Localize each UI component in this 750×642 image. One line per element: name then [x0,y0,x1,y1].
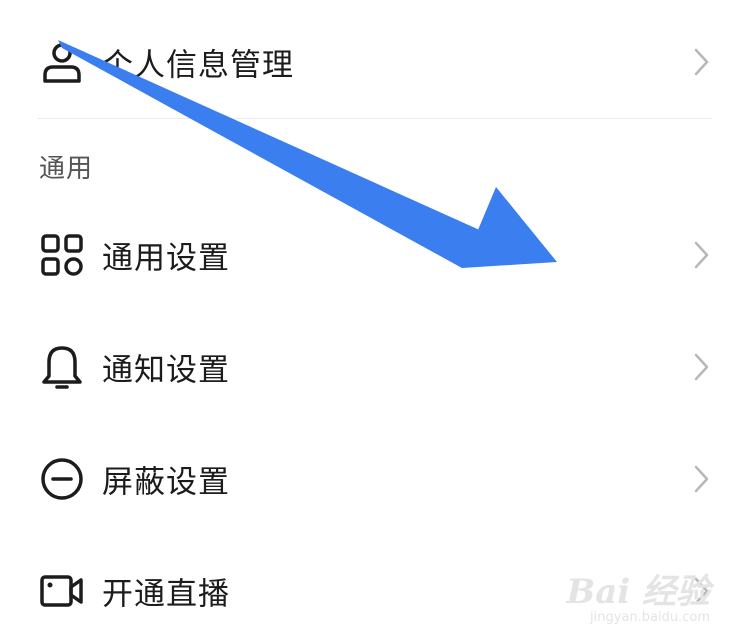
list-item-label: 通用设置 [102,240,230,277]
chevron-right-icon [694,241,709,269]
list-item-label: 屏蔽设置 [102,464,230,501]
video-camera-icon [40,575,83,607]
divider [38,118,712,119]
section-title: 通用 [39,154,94,184]
list-item-notification-settings[interactable]: 通知设置 [0,317,750,417]
list-item-label: 通知设置 [102,352,230,389]
chevron-right-icon [694,465,709,493]
chevron-right-icon [694,48,709,76]
user-icon [43,43,81,83]
list-item-label: 开通直播 [102,576,230,613]
bell-icon [42,346,82,389]
list-item-block-settings[interactable]: 屏蔽设置 [0,429,750,529]
watermark-url: jingyan.baidu.com [590,610,710,625]
watermark: Bai 经验 jingyan.baidu.com [540,574,710,634]
list-item-profile[interactable]: 个人信息管理 [0,12,750,112]
watermark-logo: Bai 经验 [566,572,710,612]
block-icon [41,458,83,500]
chevron-right-icon [694,353,709,381]
grid-icon [41,234,83,276]
list-item-general-settings[interactable]: 通用设置 [0,205,750,305]
list-item-label: 个人信息管理 [102,47,294,84]
